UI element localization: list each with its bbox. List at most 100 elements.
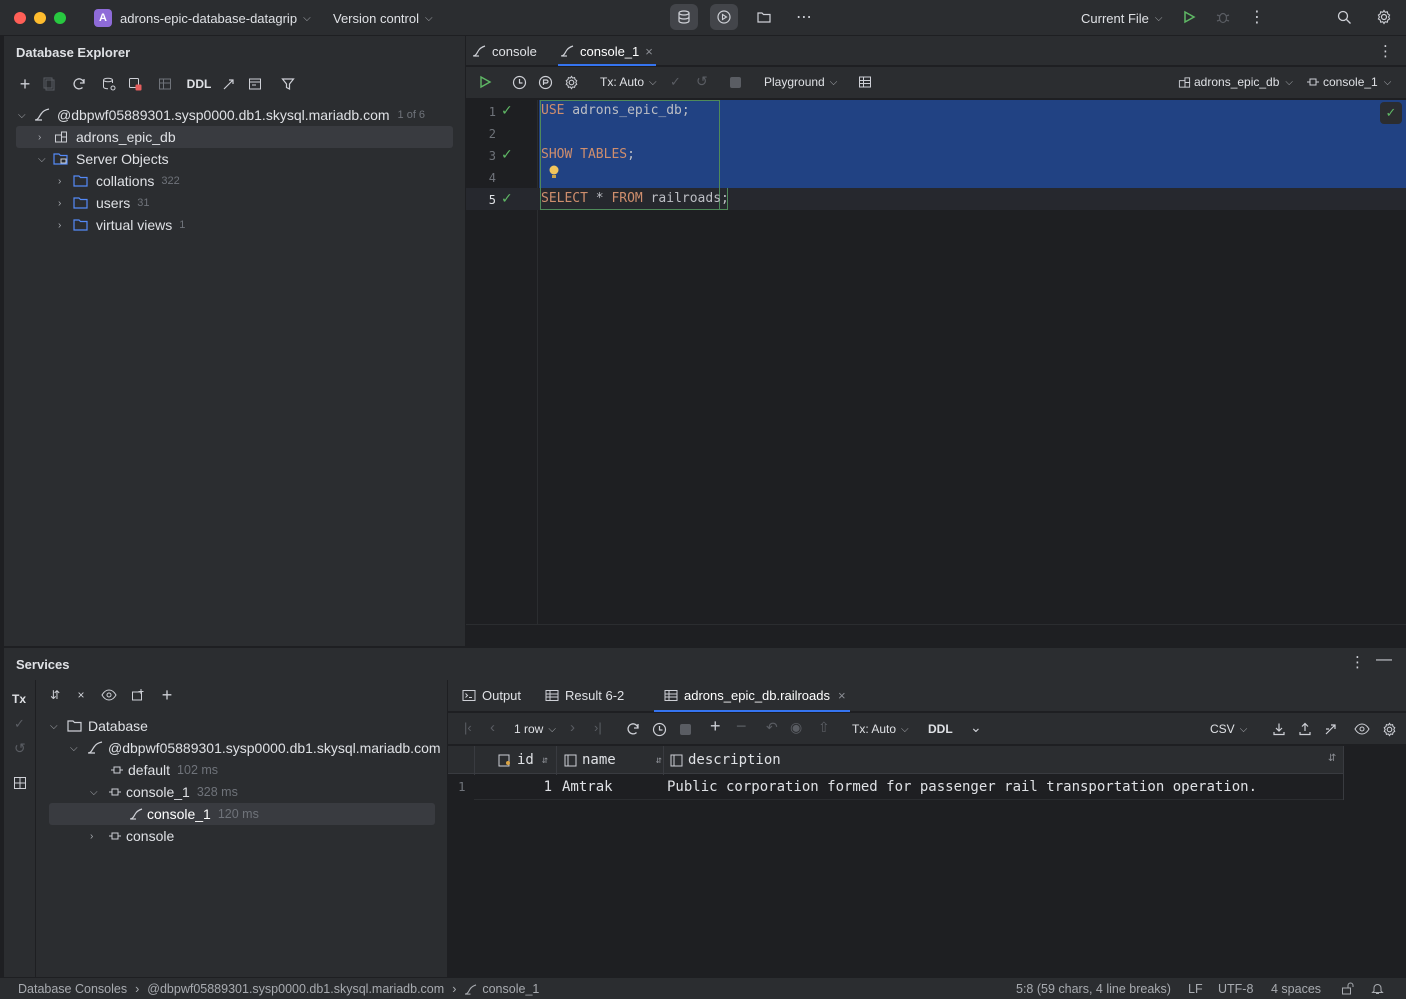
debug-button[interactable] xyxy=(1209,4,1237,30)
add-icon[interactable]: + xyxy=(152,685,182,706)
history-icon[interactable] xyxy=(512,75,527,90)
minimize-panel-icon[interactable]: — xyxy=(1376,651,1392,669)
minimize-window-button[interactable] xyxy=(34,12,46,24)
history-icon[interactable] xyxy=(652,722,667,737)
add-icon[interactable]: + xyxy=(14,74,36,95)
code-line-3[interactable]: SHOW TABLES; xyxy=(541,147,635,162)
close-tab-icon[interactable]: × xyxy=(838,688,846,703)
run-more-button[interactable]: ⋮ xyxy=(1243,4,1271,30)
compare-icon[interactable] xyxy=(1324,722,1338,736)
commit-icon[interactable]: ✓ xyxy=(670,74,681,90)
zoom-window-button[interactable] xyxy=(54,12,66,24)
sort-icon[interactable]: ⇵ xyxy=(542,755,548,766)
tree-schema-node[interactable]: › adrons_epic_db xyxy=(16,126,453,148)
commit-icon[interactable]: ✓ xyxy=(14,716,25,732)
cell-id[interactable]: 1 xyxy=(474,779,556,795)
tab-railroads[interactable]: adrons_epic_db.railroads × xyxy=(664,688,846,703)
submit-icon[interactable]: ⇧ xyxy=(818,719,830,736)
tree-connection-node[interactable]: ⌵ @dbpwf05889301.sysp0000.db1.skysql.mar… xyxy=(18,104,458,126)
cell-description[interactable]: Public corporation formed for passenger … xyxy=(667,779,1257,795)
close-tab-icon[interactable]: × xyxy=(645,44,653,59)
tree-collations-node[interactable]: › collations 322 xyxy=(18,170,458,192)
prev-page-icon[interactable]: ‹ xyxy=(490,719,495,736)
tab-options-icon[interactable]: ⋮ xyxy=(1378,42,1393,60)
run-button[interactable] xyxy=(1175,4,1203,30)
code-line-1[interactable]: USE adrons_epic_db; xyxy=(541,103,690,118)
column-header-description[interactable]: description xyxy=(670,750,781,770)
run-config-selector[interactable]: Current File ⌵ xyxy=(1081,8,1163,28)
more-tools-button[interactable]: ⋯ xyxy=(790,4,818,30)
file-encoding[interactable]: UTF-8 xyxy=(1218,982,1253,996)
export-format-selector[interactable]: CSV ⌵ xyxy=(1210,722,1247,736)
copy-icon[interactable] xyxy=(36,77,62,91)
tree-virtual-views-node[interactable]: › virtual views 1 xyxy=(18,214,458,236)
tab-result-6-2[interactable]: Result 6-2 xyxy=(545,688,624,703)
tab-console-1[interactable]: console_1 × xyxy=(560,36,653,66)
column-header-id[interactable]: id ⇵ xyxy=(498,750,548,770)
row-count-selector[interactable]: 1 row ⌵ xyxy=(514,722,556,736)
session-selector[interactable]: console_1 ⌵ xyxy=(1306,75,1391,89)
services-tool-button[interactable] xyxy=(710,4,738,30)
schema-selector[interactable]: adrons_epic_db ⌵ xyxy=(1178,75,1293,89)
revert-icon[interactable]: ↶ xyxy=(766,719,778,736)
indent-setting[interactable]: 4 spaces xyxy=(1271,982,1321,996)
upload-icon[interactable] xyxy=(1298,722,1312,736)
stop-icon[interactable] xyxy=(730,77,741,88)
breadcrumb-item[interactable]: @dbpwf05889301.sysp0000.db1.skysql.maria… xyxy=(147,982,444,996)
playground-selector[interactable]: Playground ⌵ xyxy=(764,75,837,89)
project-tool-button[interactable] xyxy=(750,4,778,30)
line-separator[interactable]: LF xyxy=(1188,982,1203,996)
refresh-icon[interactable] xyxy=(62,77,96,91)
breadcrumb-item[interactable]: Database Consoles xyxy=(18,982,127,996)
refresh-icon[interactable] xyxy=(626,722,640,736)
jump-to-icon[interactable] xyxy=(216,77,242,91)
services-console1-session[interactable]: ⌵ console_1 328 ms xyxy=(90,781,430,803)
execute-icon[interactable] xyxy=(478,75,492,89)
breadcrumb-item[interactable]: console_1 xyxy=(482,982,539,996)
ddl-button[interactable]: DDL xyxy=(928,722,953,736)
services-connection-node[interactable]: ⌵ @dbpwf05889301.sysp0000.db1.skysql.mar… xyxy=(70,737,470,759)
lock-icon[interactable] xyxy=(1341,982,1354,995)
ddl-button[interactable]: DDL xyxy=(182,77,216,91)
eye-icon[interactable] xyxy=(94,689,124,701)
settings-button[interactable] xyxy=(1370,4,1398,30)
download-icon[interactable] xyxy=(1272,722,1286,736)
gear-icon[interactable] xyxy=(564,75,579,90)
filter-icon[interactable] xyxy=(268,77,308,91)
delete-row-icon[interactable]: − xyxy=(736,716,747,737)
gear-icon[interactable] xyxy=(1382,722,1397,737)
next-page-icon[interactable]: › xyxy=(570,719,575,736)
console-icon[interactable] xyxy=(242,77,268,91)
sort-icon[interactable]: ⇵ xyxy=(656,755,662,766)
code-line-5[interactable]: SELECT * FROM railroads; xyxy=(541,191,729,206)
pin-icon[interactable]: ⌄ xyxy=(970,719,982,736)
collapse-all-icon[interactable]: × xyxy=(68,688,94,702)
expand-all-icon[interactable]: ⇵ xyxy=(42,688,68,702)
notifications-icon[interactable] xyxy=(1371,982,1384,995)
more-vertical-icon[interactable]: ⋮ xyxy=(1350,653,1365,671)
add-row-icon[interactable]: + xyxy=(710,716,721,737)
tree-users-node[interactable]: › users 31 xyxy=(18,192,458,214)
tab-output[interactable]: Output xyxy=(462,688,521,703)
services-database-node[interactable]: ⌵ Database xyxy=(50,715,440,737)
rollback-icon[interactable]: ↺ xyxy=(696,73,708,90)
rollback-icon[interactable]: ↺ xyxy=(14,740,26,757)
layout-icon[interactable] xyxy=(13,776,27,790)
caret-position[interactable]: 5:8 (59 chars, 4 line breaks) xyxy=(1016,982,1171,996)
last-page-icon[interactable]: ›| xyxy=(594,720,602,735)
services-default-session[interactable]: default 102 ms xyxy=(108,759,438,781)
tx-mode-selector[interactable]: Tx: Auto ⌵ xyxy=(852,722,909,736)
services-console1-console[interactable]: console_1 120 ms xyxy=(49,803,435,825)
table-view-icon[interactable] xyxy=(858,75,872,89)
new-tab-icon[interactable] xyxy=(124,688,152,702)
explain-plan-icon[interactable] xyxy=(538,75,553,90)
lightbulb-icon[interactable] xyxy=(548,164,560,180)
database-tool-button[interactable] xyxy=(670,4,698,30)
services-console-session[interactable]: › console xyxy=(90,825,430,847)
project-selector[interactable]: A adrons-epic-database-datagrip ⌵ xyxy=(94,8,311,28)
search-everywhere-button[interactable] xyxy=(1330,4,1358,30)
tab-console[interactable]: console xyxy=(472,36,537,66)
preview-changes-icon[interactable]: ◉ xyxy=(790,719,802,736)
cell-name[interactable]: Amtrak xyxy=(562,779,613,795)
first-page-icon[interactable]: |‹ xyxy=(464,720,472,735)
